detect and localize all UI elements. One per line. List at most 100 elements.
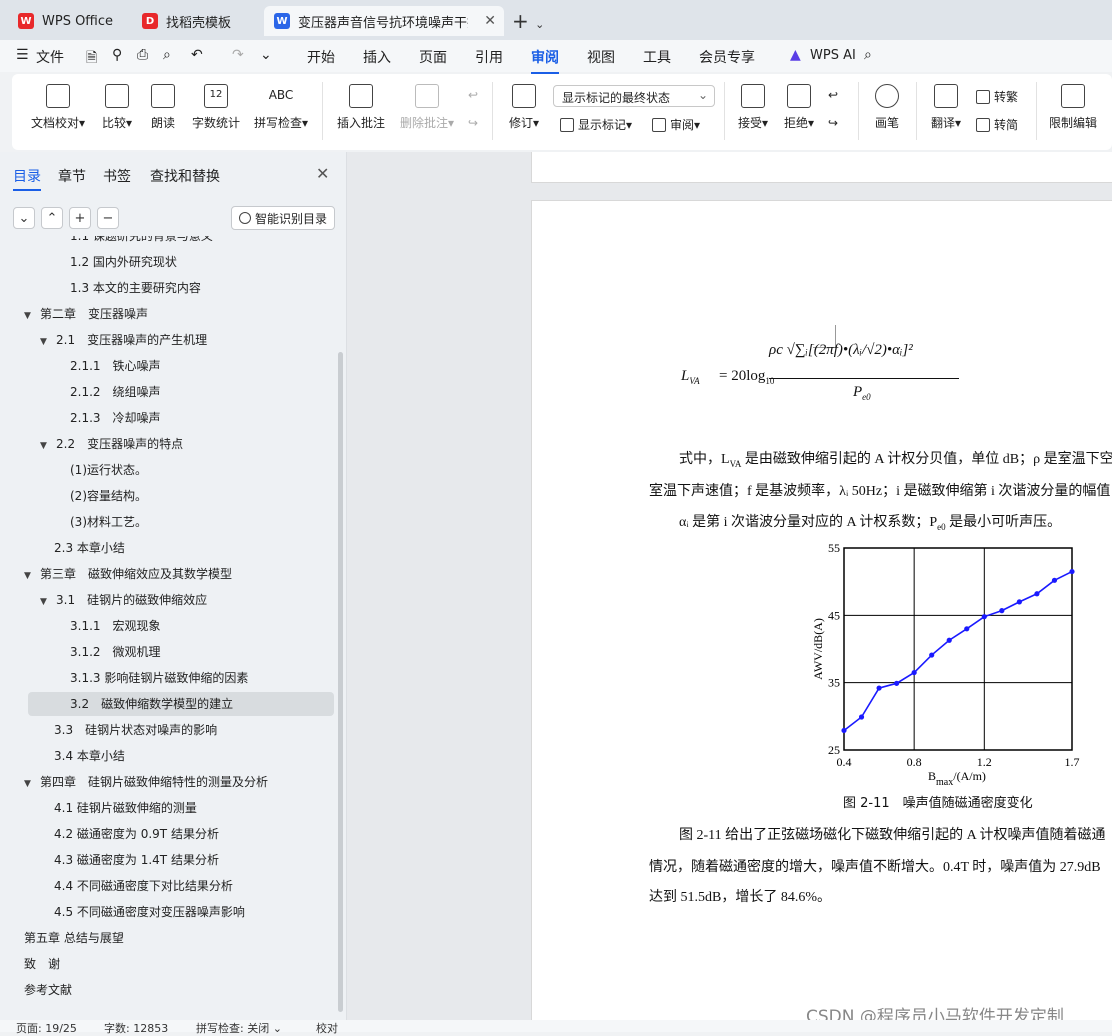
toc-item[interactable]: 3.4 本章小结 (54, 744, 125, 768)
word-count-button[interactable]: 12 字数统计 (190, 84, 242, 131)
close-icon[interactable]: ✕ (316, 164, 329, 183)
tab-bookmarks[interactable]: 书签 (103, 166, 131, 186)
toc-item[interactable]: 第五章 总结与展望 (24, 926, 124, 950)
toc-item[interactable]: ▼ 第三章 磁致伸缩效应及其数学模型 (24, 562, 232, 586)
insert-comment-button[interactable]: 插入批注 (334, 84, 388, 131)
translate-button[interactable]: 翻译▾ (926, 84, 966, 131)
compare-button[interactable]: 比较▾ (98, 84, 136, 131)
toc-item[interactable]: ▼ 2.2 变压器噪声的特点 (40, 432, 183, 456)
toc-item[interactable]: 3.3 硅钢片状态对噪声的影响 (54, 718, 217, 742)
toc-item[interactable]: 2.1.1 铁心噪声 (70, 354, 161, 378)
undo-icon[interactable]: ↶ (191, 47, 203, 63)
menu-review[interactable]: 审阅 (531, 47, 559, 74)
y-tick-label: 55 (828, 541, 840, 555)
toc-item[interactable]: 1.3 本文的主要研究内容 (70, 276, 201, 300)
toc-item[interactable]: 4.5 不同磁通密度对变压器噪声影响 (54, 900, 245, 924)
restrict-edit-button[interactable]: 限制编辑 (1046, 84, 1100, 131)
redo-icon[interactable]: ↷ (232, 47, 244, 63)
menu-file[interactable]: 文件 (36, 47, 64, 67)
menu-view[interactable]: 视图 (587, 47, 615, 67)
spell-check-button[interactable]: ABC 拼写检查▾ (250, 84, 312, 131)
menu-member[interactable]: 会员专享 (699, 47, 755, 67)
menu-wps-ai[interactable]: WPS AI (810, 48, 856, 63)
expand-arrow-icon[interactable]: ▼ (24, 304, 36, 328)
tab-sections[interactable]: 章节 (58, 166, 86, 186)
review-pane-button[interactable]: 审阅 ▾ (652, 116, 700, 133)
collapse-all-button[interactable]: ⌃ (41, 207, 63, 229)
page-indicator[interactable]: 页面: 19/25 (16, 1020, 77, 1036)
add-heading-button[interactable]: + (69, 207, 91, 229)
preview-icon[interactable]: ⌕ (163, 47, 171, 63)
menu-page[interactable]: 页面 (419, 47, 447, 67)
link-icon[interactable]: ⚲ (112, 47, 122, 63)
toc-item[interactable]: 4.2 磁通密度为 0.9T 结果分析 (54, 822, 219, 846)
spell-check-status[interactable]: 拼写检查: 关闭 ⌄ (196, 1020, 282, 1036)
toc-item[interactable]: (1)运行状态。 (70, 458, 147, 482)
divider (1036, 82, 1037, 140)
toc-item[interactable]: 4.1 硅钢片磁致伸缩的测量 (54, 796, 197, 820)
pen-button[interactable]: 画笔 (870, 84, 904, 131)
toc-item[interactable]: 2.1.3 冷却噪声 (70, 406, 161, 430)
close-icon[interactable]: ✕ (484, 13, 496, 29)
print-icon[interactable]: ⎙ (137, 47, 148, 63)
toc-item[interactable]: 参考文献 (24, 978, 72, 1002)
toc-item[interactable]: 3.2 磁致伸缩数学模型的建立 (28, 692, 334, 716)
menu-start[interactable]: 开始 (307, 47, 335, 67)
word-count-status[interactable]: 字数: 12853 (104, 1020, 168, 1036)
prev-comment-icon[interactable]: ↩ (468, 88, 478, 102)
revise-button[interactable]: 修订▾ (504, 84, 544, 131)
menu-tools[interactable]: 工具 (643, 47, 671, 67)
prev-change-icon[interactable]: ↩ (828, 88, 838, 102)
proofread-button[interactable]: 文档校对▾ (28, 84, 88, 131)
search-icon[interactable]: ⌕ (864, 47, 872, 63)
toc-item[interactable]: ▼ 第四章 硅钢片磁致伸缩特性的测量及分析 (24, 770, 268, 794)
toc-item[interactable]: 4.4 不同磁通密度下对比结果分析 (54, 874, 233, 898)
save-icon[interactable]: 🗎 (86, 47, 97, 71)
to-traditional-button[interactable]: 转繁 (976, 88, 1018, 105)
expand-arrow-icon[interactable]: ▼ (40, 434, 52, 458)
scrollbar[interactable] (338, 352, 343, 1012)
menu-reference[interactable]: 引用 (475, 47, 503, 67)
toc-item[interactable]: 4.3 磁通密度为 1.4T 结果分析 (54, 848, 219, 872)
markup-state-select[interactable]: 显示标记的最终状态 ⌄ (553, 85, 715, 107)
more-icon[interactable]: ⌄ (260, 47, 272, 63)
toc-item[interactable]: (3)材料工艺。 (70, 510, 147, 534)
wps-ai-icon[interactable]: ▲ (790, 47, 801, 63)
menu-insert[interactable]: 插入 (363, 47, 391, 67)
toc-item[interactable]: 致 谢 (24, 952, 60, 976)
expand-arrow-icon[interactable]: ▼ (40, 330, 52, 354)
proofread-status[interactable]: 校对 (316, 1020, 338, 1036)
toc-item[interactable]: 2.1.2 绕组噪声 (70, 380, 161, 404)
read-aloud-button[interactable]: 朗读 (148, 84, 178, 131)
menu-icon[interactable]: ☰ (16, 47, 29, 63)
delete-comment-button[interactable]: 删除批注▾ (396, 84, 458, 131)
expand-all-button[interactable]: ⌄ (13, 207, 35, 229)
smart-toc-button[interactable]: 智能识别目录 (231, 206, 335, 230)
show-markup-button[interactable]: 显示标记 ▾ (560, 116, 632, 133)
toc-item[interactable]: ▼ 2.1 变压器噪声的产生机理 (40, 328, 207, 352)
toc-item[interactable]: 1.2 国内外研究现状 (70, 250, 177, 274)
next-comment-icon[interactable]: ↪ (468, 116, 478, 130)
expand-arrow-icon[interactable]: ▼ (24, 772, 36, 796)
next-change-icon[interactable]: ↪ (828, 116, 838, 130)
toc-item[interactable]: ▼ 第二章 变压器噪声 (24, 302, 148, 326)
toc-item[interactable]: 1.1 课题研究的背景与意义 (70, 236, 213, 248)
toc-item[interactable]: 3.1.3 影响硅钢片磁致伸缩的因素 (70, 666, 248, 690)
expand-arrow-icon[interactable]: ▼ (24, 564, 36, 588)
toc-item[interactable]: (2)容量结构。 (70, 484, 147, 508)
to-simplified-button[interactable]: 转简 (976, 116, 1018, 133)
tab-wps-office[interactable]: W WPS Office (8, 6, 124, 36)
reject-button[interactable]: 拒绝▾ (780, 84, 818, 131)
expand-arrow-icon[interactable]: ▼ (40, 590, 52, 614)
tab-find-replace[interactable]: 查找和替换 (150, 166, 220, 186)
tab-docer[interactable]: D 找稻壳模板 (132, 6, 258, 36)
toc-item[interactable]: 3.1.2 微观机理 (70, 640, 161, 664)
accept-button[interactable]: 接受▾ (734, 84, 772, 131)
toc-item[interactable]: 2.3 本章小结 (54, 536, 125, 560)
remove-heading-button[interactable]: − (97, 207, 119, 229)
toc-item[interactable]: ▼ 3.1 硅钢片的磁致伸缩效应 (40, 588, 207, 612)
new-tab-icon[interactable]: + ⌄ (512, 9, 544, 33)
toc-item[interactable]: 3.1.1 宏观现象 (70, 614, 161, 638)
tab-toc[interactable]: 目录 (13, 166, 41, 191)
tab-document[interactable]: W 变压器声音信号抗环境噪声干扰 ✕ (264, 6, 504, 36)
